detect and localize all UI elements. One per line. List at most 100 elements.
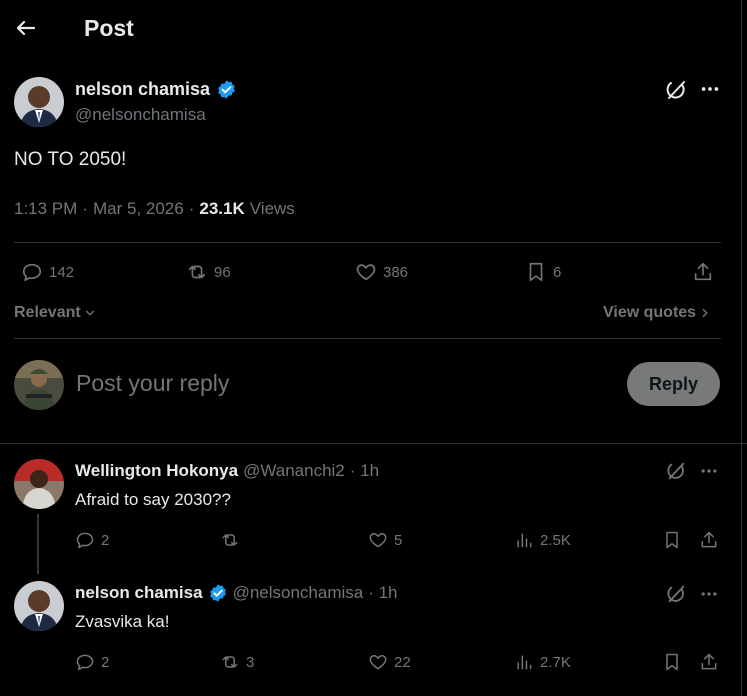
grok-icon — [667, 462, 685, 480]
reply-icon — [76, 532, 94, 549]
reply-button[interactable]: Reply — [627, 362, 720, 406]
views-label: Views — [249, 199, 295, 218]
more-button[interactable] — [699, 78, 721, 100]
reply-action[interactable]: 2 — [75, 530, 109, 550]
repost-count: 3 — [246, 653, 255, 671]
like-icon — [356, 264, 376, 281]
reply-count: 142 — [49, 263, 75, 281]
bookmark-icon — [666, 531, 678, 549]
share-icon — [701, 531, 717, 548]
views-count: 23.1K — [199, 199, 245, 218]
views-action[interactable]: 2.5K — [514, 530, 571, 550]
more-button[interactable] — [699, 461, 719, 481]
reply-author-name[interactable]: nelson chamisa — [75, 583, 203, 603]
view-quotes-label: View quotes — [603, 304, 697, 321]
views-action[interactable]: 2.7K — [514, 652, 571, 672]
current-user-avatar[interactable] — [14, 360, 64, 410]
reply-author-avatar[interactable] — [14, 581, 64, 631]
author-name-row[interactable]: nelson chamisa — [75, 79, 237, 100]
bookmark-action[interactable]: 6 — [525, 261, 561, 283]
reply-author-handle[interactable]: @Wananchi2 — [243, 461, 345, 481]
share-icon — [694, 262, 712, 281]
share-action[interactable] — [692, 261, 714, 283]
chevron-down-icon — [85, 310, 94, 316]
back-arrow-icon — [16, 20, 36, 36]
like-count: 22 — [394, 653, 411, 671]
right-edge-divider — [741, 0, 742, 696]
views-icon — [517, 655, 532, 670]
reply-text: Zvasvika ka! — [75, 612, 170, 631]
sort-dropdown[interactable]: Relevant — [14, 304, 97, 322]
repost-icon — [222, 534, 238, 546]
post-text: NO TO 2050! — [14, 149, 127, 170]
grok-icon — [667, 585, 685, 603]
author-avatar[interactable] — [14, 77, 64, 127]
reply-header: Wellington Hokonya @Wananchi2 · 1h — [75, 461, 379, 481]
more-button[interactable] — [699, 584, 719, 604]
verified-badge-icon — [209, 584, 226, 602]
reply-author-handle[interactable]: @nelsonchamisa — [233, 583, 364, 603]
meta-separator: · — [188, 199, 195, 218]
view-quotes-link[interactable]: View quotes — [603, 304, 712, 322]
reply-count: 2 — [101, 653, 110, 671]
reply-icon — [22, 263, 42, 282]
more-icon — [701, 469, 717, 473]
bookmark-count: 6 — [553, 263, 562, 281]
bookmark-icon — [666, 653, 678, 671]
repost-action[interactable] — [220, 530, 246, 550]
like-action[interactable]: 386 — [355, 261, 408, 283]
post-meta: 1:13 PM · Mar 5, 2026 · 23.1K Views — [14, 199, 295, 219]
chevron-right-icon — [702, 308, 708, 318]
reply-input[interactable]: Post your reply — [76, 370, 229, 397]
reply-author-name[interactable]: Wellington Hokonya — [75, 461, 238, 481]
like-icon — [369, 655, 387, 670]
page-title: Post — [84, 15, 134, 41]
reply-action[interactable]: 142 — [21, 261, 74, 283]
repost-icon — [188, 265, 206, 279]
views-count: 2.7K — [540, 653, 571, 671]
views-count: 2.5K — [540, 531, 571, 549]
like-action[interactable]: 5 — [368, 530, 402, 550]
sort-label: Relevant — [14, 304, 81, 321]
post-date[interactable]: Mar 5, 2026 — [93, 199, 184, 219]
like-count: 5 — [394, 531, 403, 549]
verified-badge-icon — [218, 80, 235, 99]
bookmark-action[interactable] — [662, 530, 682, 550]
more-icon — [701, 87, 719, 91]
bookmark-action[interactable] — [662, 652, 682, 672]
grok-button[interactable] — [665, 583, 687, 605]
reply-header: nelson chamisa @nelsonchamisa · 1h — [75, 583, 398, 603]
divider — [14, 338, 721, 339]
grok-button[interactable] — [664, 78, 688, 102]
meta-separator: · — [82, 199, 88, 218]
reply-time[interactable]: · 1h — [368, 583, 397, 603]
bookmark-icon — [529, 262, 543, 282]
repost-action[interactable]: 3 — [220, 652, 254, 672]
back-button[interactable] — [14, 16, 40, 42]
share-action[interactable] — [699, 652, 719, 672]
grok-icon — [666, 81, 685, 99]
reply-icon — [76, 654, 94, 671]
more-icon — [701, 592, 717, 596]
reply-author-avatar[interactable] — [14, 459, 64, 509]
divider — [14, 242, 721, 243]
repost-count: 96 — [214, 263, 231, 281]
thread-line — [37, 514, 39, 574]
like-icon — [369, 533, 387, 548]
like-action[interactable]: 22 — [368, 652, 411, 672]
share-action[interactable] — [699, 530, 719, 550]
author-handle[interactable]: @nelsonchamisa — [75, 105, 206, 125]
repost-icon — [222, 656, 238, 668]
author-name: nelson chamisa — [75, 79, 211, 99]
views-icon — [517, 533, 532, 548]
grok-button[interactable] — [665, 460, 687, 482]
repost-action[interactable]: 96 — [186, 261, 231, 283]
reply-count: 2 — [101, 531, 110, 549]
post-time[interactable]: 1:13 PM — [14, 199, 77, 219]
reply-time[interactable]: · 1h — [350, 461, 379, 481]
reply-text: Afraid to say 2030?? — [75, 490, 231, 509]
share-icon — [701, 653, 717, 670]
divider — [0, 443, 747, 444]
like-count: 386 — [383, 263, 409, 281]
reply-action[interactable]: 2 — [75, 652, 109, 672]
